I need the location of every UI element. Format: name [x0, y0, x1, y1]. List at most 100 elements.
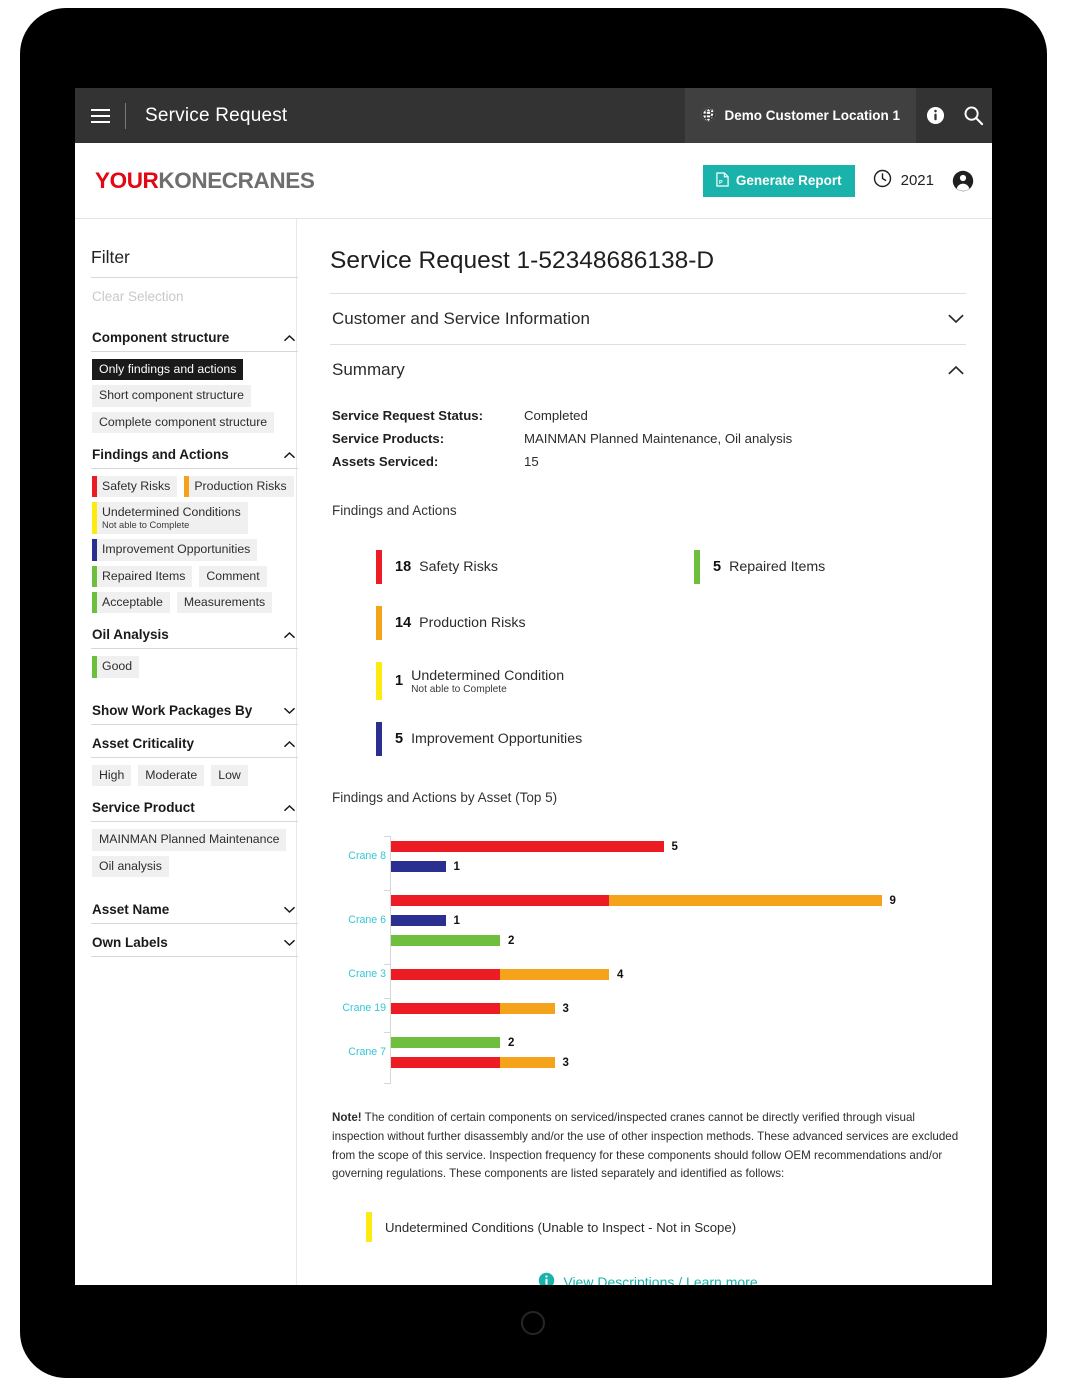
filter-chip[interactable]: Only findings and actions	[92, 359, 244, 381]
section-label: Own Labels	[92, 934, 168, 950]
filter-section-own-labels[interactable]: Own Labels	[91, 924, 298, 956]
finding-count-production-risks: 14 Production Risks	[376, 606, 694, 640]
brand-bar: YOURKONECRANES P Generate Report 2021	[75, 143, 992, 218]
brand-bar-actions: P Generate Report 2021	[702, 164, 974, 197]
chart-bar-value: 3	[562, 1002, 569, 1015]
color-bar	[376, 606, 382, 640]
note-body: The condition of certain components on s…	[332, 1111, 959, 1181]
section-label: Oil Analysis	[92, 627, 169, 643]
year-selector[interactable]: 2021	[873, 169, 934, 192]
chart-axis-tick	[384, 964, 391, 965]
chart-category-label: Crane 6	[348, 913, 386, 926]
summary-table: Service Request Status: Completed Servic…	[330, 395, 966, 473]
konecranes-logo: YOURKONECRANES	[95, 168, 315, 194]
filter-chip-mainman[interactable]: MAINMAN Planned Maintenance	[92, 829, 287, 851]
summary-value: MAINMAN Planned Maintenance, Oil analysi…	[524, 431, 793, 446]
filter-chip-safety-risks[interactable]: Safety Risks	[92, 476, 178, 498]
filter-section-findings-and-actions[interactable]: Findings and Actions	[91, 436, 298, 468]
chevron-down-icon	[948, 309, 964, 329]
chart-bar: 1	[391, 915, 460, 927]
chart-category-label: Crane 19	[342, 1001, 386, 1014]
hamburger-menu-icon[interactable]	[75, 108, 125, 123]
chart-category-label: Crane 3	[348, 967, 386, 980]
location-selector[interactable]: Demo Customer Location 1	[685, 88, 916, 143]
summary-row: Assets Serviced: 15	[332, 450, 966, 473]
info-circle-icon	[538, 1272, 555, 1285]
summary-label: Assets Serviced:	[332, 454, 439, 469]
section-label: Asset Name	[92, 901, 170, 917]
filter-chip-repaired-items[interactable]: Repaired Items	[92, 565, 193, 588]
view-descriptions-link[interactable]: View Descriptions / Learn more	[538, 1272, 758, 1285]
summary-value: Completed	[524, 408, 588, 423]
filter-chip-undetermined-conditions[interactable]: Undetermined Conditions Not able to Comp…	[92, 502, 248, 535]
accordion-label: Customer and Service Information	[332, 309, 590, 328]
chart-bar-value: 9	[889, 894, 896, 907]
chart-axis-tick	[384, 836, 391, 837]
chevron-up-icon	[284, 736, 295, 751]
filter-chip-high[interactable]: High	[92, 764, 132, 787]
chart-bar: 4	[391, 969, 623, 981]
filter-section-asset-name[interactable]: Asset Name	[91, 880, 298, 923]
chevron-up-icon	[284, 447, 295, 462]
color-bar	[376, 722, 382, 756]
chip-group-asset-criticality: High Moderate Low	[91, 758, 301, 789]
chevron-up-icon	[948, 360, 964, 380]
findings-by-asset-chart: 5 1 9 1 2 4 3 2 3 Crane 8 Crane 6 Crane 3 Crane 19 Cr…	[330, 836, 966, 1097]
section-label: Service Product	[92, 800, 195, 816]
appbar-divider	[125, 102, 126, 129]
accordion-customer-and-service-information[interactable]: Customer and Service Information	[330, 293, 966, 344]
filter-section-oil-analysis[interactable]: Oil Analysis	[91, 616, 298, 648]
info-icon[interactable]	[916, 88, 954, 143]
svg-text:P: P	[719, 180, 723, 186]
color-bar	[376, 550, 382, 584]
generate-report-button[interactable]: P Generate Report	[702, 164, 855, 197]
chart-bar: 5	[391, 841, 678, 853]
chart-axis-tick	[384, 998, 391, 999]
accordion-summary[interactable]: Summary	[330, 344, 966, 395]
chart-bar-segment	[500, 969, 609, 980]
filter-chip-comment[interactable]: Comment	[199, 565, 267, 588]
chip-group-service-product: MAINMAN Planned Maintenance Oil analysis	[91, 822, 301, 880]
filter-section-component-structure[interactable]: Component structure	[91, 319, 298, 351]
app-bar-actions: Demo Customer Location 1	[685, 88, 992, 143]
chart-bar-segment	[500, 1057, 555, 1068]
findings-column-left: 18 Safety Risks 14 Production Risks 1 Un…	[376, 550, 694, 778]
filter-chip-oil-analysis[interactable]: Oil analysis	[92, 855, 169, 877]
filter-chip[interactable]: Complete component structure	[92, 411, 275, 434]
filter-chip-acceptable[interactable]: Acceptable	[92, 592, 170, 614]
findings-column-right: 5 Repaired Items	[694, 550, 825, 778]
chart-bar-value: 2	[508, 1036, 515, 1049]
chart-bar-segment	[391, 915, 446, 926]
filter-chip-low[interactable]: Low	[211, 764, 248, 787]
filter-section-asset-criticality[interactable]: Asset Criticality	[91, 725, 298, 757]
chart-bar-segment	[609, 895, 882, 906]
color-bar	[376, 662, 382, 700]
section-label: Findings and Actions	[92, 447, 229, 463]
chart-title: Findings and Actions by Asset (Top 5)	[332, 790, 558, 805]
color-bar	[366, 1212, 372, 1243]
summary-row: Service Products: MAINMAN Planned Mainte…	[332, 427, 966, 450]
main-panel: Service Request 1-52348686138-D Customer…	[297, 219, 992, 1285]
user-account-icon[interactable]	[952, 170, 974, 192]
learn-more-row: View Descriptions / Learn more	[330, 1242, 966, 1285]
filter-chip-production-risks[interactable]: Production Risks	[184, 476, 294, 498]
filter-chip-moderate[interactable]: Moderate	[138, 764, 205, 787]
home-button[interactable]	[521, 1311, 545, 1335]
clear-selection-button[interactable]: Clear Selection	[91, 278, 296, 319]
chart-bar-value: 3	[562, 1056, 569, 1069]
search-icon[interactable]	[954, 88, 992, 143]
generate-report-label: Generate Report	[735, 173, 842, 188]
location-label: Demo Customer Location 1	[724, 108, 900, 123]
filter-chip[interactable]: Short component structure	[92, 385, 251, 407]
chevron-up-icon	[284, 330, 295, 345]
filter-section-show-work-packages-by[interactable]: Show Work Packages By	[91, 681, 298, 724]
summary-label: Service Products:	[332, 431, 445, 446]
filter-chip-improvement-opportunities[interactable]: Improvement Opportunities	[92, 539, 258, 561]
page-title: Service Request 1-52348686138-D	[330, 247, 715, 274]
filter-section-service-product[interactable]: Service Product	[91, 789, 298, 821]
chart-bar: 9	[391, 894, 896, 907]
filter-chip-measurements[interactable]: Measurements	[176, 592, 273, 614]
filter-chip-good[interactable]: Good	[92, 656, 140, 678]
globe-icon	[701, 107, 716, 125]
chart-bar: 3	[391, 1056, 569, 1069]
